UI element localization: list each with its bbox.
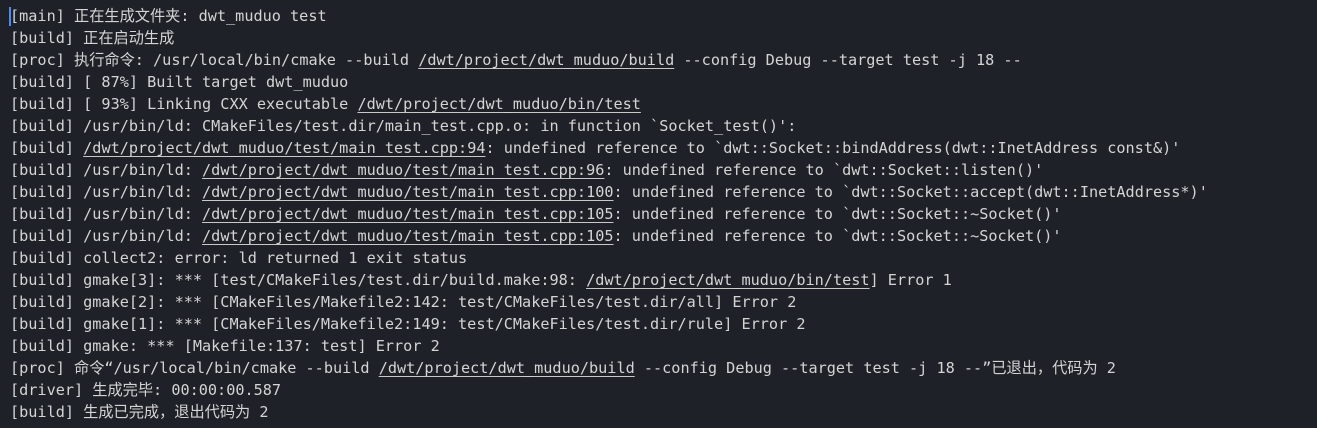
file-path-link[interactable]: /dwt/project/dwt_muduo/build: [418, 51, 674, 69]
output-text: [build] [ 87%] Built target dwt_muduo: [10, 73, 349, 91]
output-line: [build] /usr/bin/ld: /dwt/project/dwt_mu…: [10, 203, 1311, 225]
output-text: [build] collect2: error: ld returned 1 e…: [10, 249, 468, 267]
output-text: --config Debug --target test -j 18 --”已退…: [634, 359, 1116, 377]
output-line: [build] /usr/bin/ld: /dwt/project/dwt_mu…: [10, 181, 1311, 203]
file-path-link[interactable]: /dwt/project/dwt_muduo/build: [379, 359, 635, 377]
file-path-link[interactable]: /dwt/project/dwt_muduo/test/main_test.cp…: [202, 183, 613, 201]
output-line: [build] [ 87%] Built target dwt_muduo: [10, 71, 1311, 93]
output-line: [build] 生成已完成，退出代码为 2: [10, 401, 1311, 423]
output-line: [proc] 命令“/usr/local/bin/cmake --build /…: [10, 357, 1311, 379]
output-text: [build] /usr/bin/ld:: [10, 227, 203, 245]
output-text: [build] /usr/bin/ld: CMakeFiles/test.dir…: [10, 117, 797, 135]
output-text: [build] gmake[2]: *** [CMakeFiles/Makefi…: [10, 293, 797, 311]
output-line: [build] gmake: *** [Makefile:137: test] …: [10, 335, 1311, 357]
output-terminal[interactable]: [main] 正在生成文件夹: dwt_muduo test [build] 正在…: [0, 0, 1317, 428]
file-path-link[interactable]: /dwt/project/dwt_muduo/test/main_test.cp…: [83, 139, 485, 157]
output-text: [build] 生成已完成，退出代码为 2: [10, 403, 269, 421]
output-text: [build] gmake[3]: *** [test/CMakeFiles/t…: [10, 271, 587, 289]
output-text: : undefined reference to `dwt::Socket::a…: [613, 183, 1208, 201]
output-text: [build] 正在启动生成: [10, 29, 175, 47]
output-text: : undefined reference to `dwt::Socket::b…: [485, 139, 1181, 157]
output-line: [build] /usr/bin/ld: CMakeFiles/test.dir…: [10, 115, 1311, 137]
output-text: [build] /usr/bin/ld:: [10, 161, 203, 179]
output-text: : undefined reference to `dwt::Socket::l…: [604, 161, 1044, 179]
output-text: [build] /usr/bin/ld:: [10, 205, 203, 223]
output-text: [proc] 执行命令: /usr/local/bin/cmake --buil…: [10, 51, 419, 69]
output-text: : undefined reference to `dwt::Socket::~…: [613, 227, 1062, 245]
file-path-link[interactable]: /dwt/project/dwt_muduo/test/main_test.cp…: [202, 205, 613, 223]
output-text: ] Error 1: [869, 271, 952, 289]
output-text: [driver] 生成完毕: 00:00:00.587: [10, 381, 282, 399]
output-line: [build] [ 93%] Linking CXX executable /d…: [10, 93, 1311, 115]
output-text: --config Debug --target test -j 18 --: [674, 51, 1022, 69]
output-text: [build]: [10, 139, 84, 157]
file-path-link[interactable]: /dwt/project/dwt_muduo/bin/test: [357, 95, 640, 113]
output-line: [driver] 生成完毕: 00:00:00.587: [10, 379, 1311, 401]
output-line: [build] 正在启动生成: [10, 27, 1311, 49]
output-line: [build] collect2: error: ld returned 1 e…: [10, 247, 1311, 269]
output-line: [build] gmake[1]: *** [CMakeFiles/Makefi…: [10, 313, 1311, 335]
output-line: [proc] 执行命令: /usr/local/bin/cmake --buil…: [10, 49, 1311, 71]
file-path-link[interactable]: /dwt/project/dwt_muduo/test/main_test.cp…: [202, 161, 604, 179]
output-lines: [main] 正在生成文件夹: dwt_muduo test [build] 正在…: [10, 5, 1311, 423]
output-text: [build] gmake[1]: *** [CMakeFiles/Makefi…: [10, 315, 806, 333]
output-line: [build] gmake[3]: *** [test/CMakeFiles/t…: [10, 269, 1311, 291]
output-text: [build] gmake: *** [Makefile:137: test] …: [10, 337, 440, 355]
file-path-link[interactable]: /dwt/project/dwt_muduo/test/main_test.cp…: [202, 227, 613, 245]
output-text: [main] 正在生成文件夹: dwt_muduo test: [10, 7, 327, 25]
output-line: [build] /dwt/project/dwt_muduo/test/main…: [10, 137, 1311, 159]
output-text: : undefined reference to `dwt::Socket::~…: [613, 205, 1062, 223]
output-text: [build] /usr/bin/ld:: [10, 183, 203, 201]
output-line: [build] /usr/bin/ld: /dwt/project/dwt_mu…: [10, 159, 1311, 181]
output-text: [proc] 命令“/usr/local/bin/cmake --build: [10, 359, 379, 377]
output-text: [build] [ 93%] Linking CXX executable: [10, 95, 358, 113]
output-line: [build] /usr/bin/ld: /dwt/project/dwt_mu…: [10, 225, 1311, 247]
output-line: [build] gmake[2]: *** [CMakeFiles/Makefi…: [10, 291, 1311, 313]
file-path-link[interactable]: /dwt/project/dwt_muduo/bin/test: [586, 271, 869, 289]
output-line: [main] 正在生成文件夹: dwt_muduo test: [10, 5, 1311, 27]
